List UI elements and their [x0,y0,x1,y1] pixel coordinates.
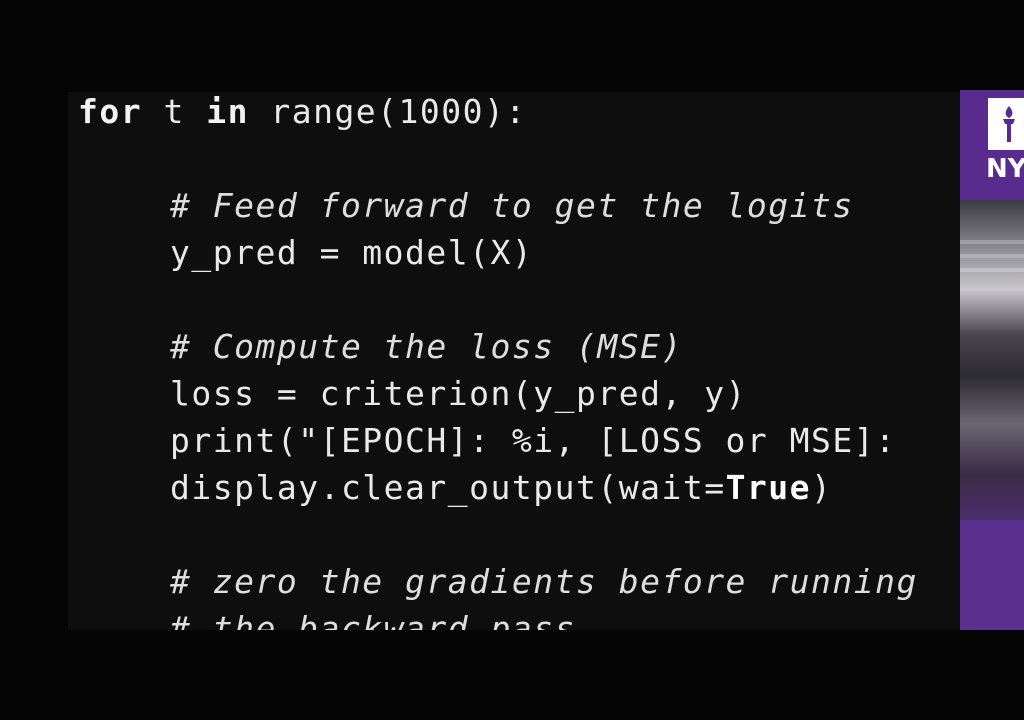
campus-photo [960,200,1024,520]
comment-zero-gradients: # zero the gradients before running [170,562,918,601]
code-editor-panel: for t in range(1000): # Feed forward to … [68,92,960,630]
comment-feed-forward: # Feed forward to get the logits [170,186,854,225]
comment-backward-pass: # the backward pass [170,609,576,630]
photo-detail [960,268,1024,272]
photo-detail [960,254,1024,258]
keyword-in: in [206,92,249,131]
photo-detail [960,240,1024,244]
torch-icon [1003,106,1015,142]
range-call: range(1000): [248,92,527,131]
nyu-logo-badge: NYU [960,90,1024,200]
display-call: display.clear_output(wait= [170,468,726,507]
code-line-y-pred: y_pred = model(X) [170,233,534,272]
code-line-display-clear: display.clear_output(wait=True) [170,468,832,508]
code-line-loss: loss = criterion(y_pred, y) [170,374,747,413]
loop-variable: t [142,92,207,131]
torch-box [988,98,1024,150]
nyu-logo-text: NYU [986,154,1024,184]
code-line-for-loop: for t in range(1000): [78,92,527,132]
keyword-for: for [78,92,143,131]
code-line-print: print("[EPOCH]: %i, [LOSS or MSE]: [170,421,897,460]
slide-side-strip: NYU [960,90,1024,630]
display-close-paren: ) [811,468,833,507]
comment-compute-loss: # Compute the loss (MSE) [170,327,683,366]
slide-purple-block [960,520,1024,630]
video-frame: for t in range(1000): # Feed forward to … [0,0,1024,720]
keyword-true: True [725,468,812,507]
